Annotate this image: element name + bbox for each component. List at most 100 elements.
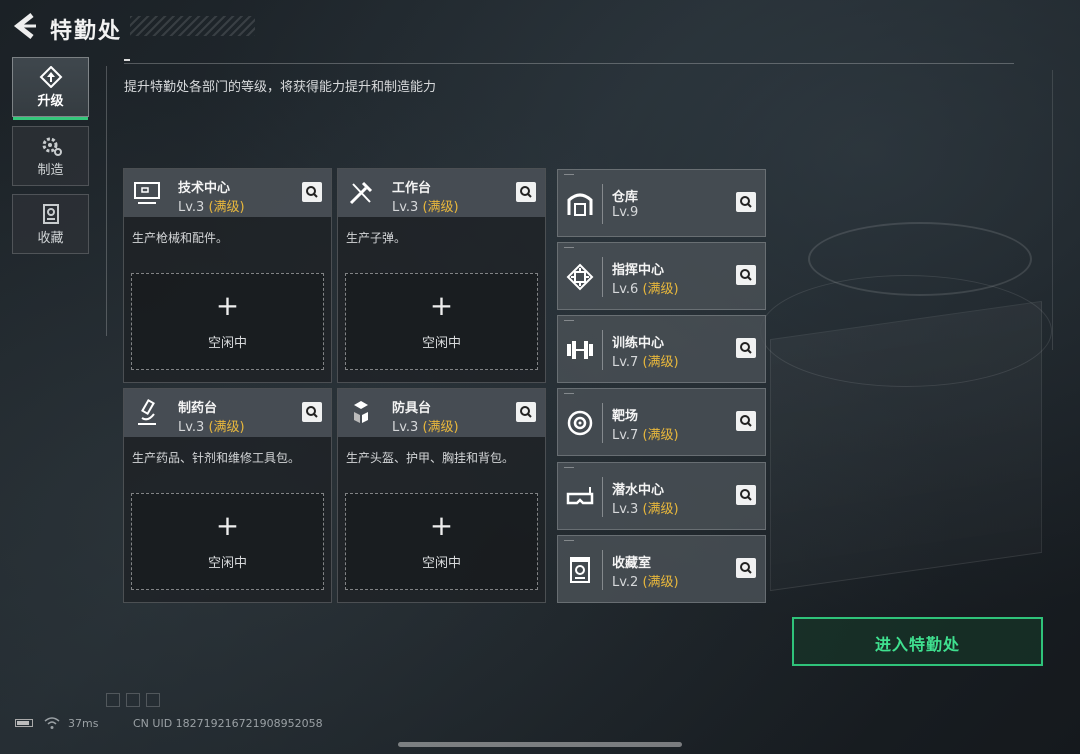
divider [602, 477, 603, 517]
nav-tab-label: 升级 [37, 94, 64, 109]
facility-card-tech-center[interactable]: 技术中心 Lv.3 (满级) 生产枪械和配件。 + 空闲中 [123, 168, 332, 383]
card-description: 生产头盔、护甲、胸挂和背包。 [346, 451, 515, 465]
card-header: 技术中心 Lv.3 (满级) [124, 169, 331, 217]
card-level: Lv.3 (满级) [178, 200, 245, 215]
warehouse-icon [567, 193, 593, 216]
divider-tick [124, 59, 130, 61]
corner-decoration [564, 174, 574, 175]
back-arrow-icon[interactable] [12, 12, 38, 40]
search-icon[interactable] [736, 338, 756, 358]
card-description: 生产枪械和配件。 [132, 231, 229, 245]
corner-decoration [564, 393, 574, 394]
facility-card-armor-bench[interactable]: 防具台 Lv.3 (满级) 生产头盔、护甲、胸挂和背包。 + 空闲中 [337, 388, 546, 603]
divider [106, 66, 107, 336]
page-subtitle: 提升特勤处各部门的等级，将获得能力提升和制造能力 [124, 80, 437, 95]
upgrade-icon [39, 66, 62, 88]
nav-tab-upgrade[interactable]: 升级 [12, 57, 89, 120]
production-slot[interactable]: + 空闲中 [131, 493, 324, 590]
dumbbell-icon [567, 341, 593, 359]
production-slot[interactable]: + 空闲中 [131, 273, 324, 370]
nav-tab-label: 制造 [37, 163, 64, 178]
collection-room-icon [570, 557, 590, 583]
plus-icon: + [429, 289, 454, 322]
page-title: 特勤处 [50, 19, 123, 44]
search-icon[interactable] [736, 411, 756, 431]
decorative-box [106, 693, 120, 707]
card-header: 工作台 Lv.3 (满级) [338, 169, 545, 217]
divider [602, 550, 603, 590]
search-icon[interactable] [516, 182, 536, 202]
corner-decoration [564, 320, 574, 321]
facility-row-diving-center[interactable]: 潜水中心 Lv.3 (满级) [557, 462, 766, 530]
title-decoration [130, 16, 255, 36]
home-indicator[interactable] [398, 742, 682, 747]
row-level: Lv.7 (满级) [612, 428, 679, 443]
nav-tab-label: 收藏 [37, 231, 64, 246]
card-description: 生产药品、针剂和维修工具包。 [132, 451, 301, 465]
facility-row-collection-room[interactable]: 收藏室 Lv.2 (满级) [557, 535, 766, 603]
slot-status: 空闲中 [207, 336, 247, 351]
row-title: 指挥中心 [612, 263, 665, 278]
corner-decoration [564, 467, 574, 468]
enter-button-label: 进入特勤处 [874, 635, 960, 654]
corner-decoration [564, 540, 574, 541]
divider [602, 184, 603, 224]
card-level: Lv.3 (满级) [178, 420, 245, 435]
wifi-icon [44, 717, 60, 729]
collection-icon [42, 204, 59, 224]
row-title: 训练中心 [612, 336, 665, 351]
slot-status: 空闲中 [207, 556, 247, 571]
card-header: 制药台 Lv.3 (满级) [124, 389, 331, 437]
production-slot[interactable]: + 空闲中 [345, 493, 538, 590]
background-building-illustration [770, 300, 1042, 592]
row-title: 潜水中心 [612, 483, 665, 498]
row-level: Lv.2 (满级) [612, 575, 679, 590]
divider [602, 330, 603, 370]
facility-row-warehouse[interactable]: 仓库 Lv.9 [557, 169, 766, 237]
slot-status: 空闲中 [421, 556, 461, 571]
row-title: 收藏室 [612, 556, 652, 571]
facility-card-pharmacy[interactable]: 制药台 Lv.3 (满级) 生产药品、针剂和维修工具包。 + 空闲中 [123, 388, 332, 603]
divider [602, 403, 603, 443]
row-level: Lv.9 [612, 205, 639, 220]
gear-icon [42, 137, 62, 156]
card-title: 防具台 [392, 401, 432, 416]
facility-card-workbench[interactable]: 工作台 Lv.3 (满级) 生产子弹。 + 空闲中 [337, 168, 546, 383]
facility-row-shooting-range[interactable]: 靶场 Lv.7 (满级) [557, 388, 766, 456]
card-description: 生产子弹。 [346, 231, 407, 245]
search-icon[interactable] [736, 265, 756, 285]
microscope-icon [138, 398, 156, 425]
battery-icon [15, 719, 33, 727]
diving-mask-icon [566, 487, 594, 505]
command-chip-icon [566, 263, 594, 291]
search-icon[interactable] [302, 182, 322, 202]
row-title: 仓库 [612, 190, 639, 205]
facility-row-training-center[interactable]: 训练中心 Lv.7 (满级) [557, 315, 766, 383]
tools-icon [349, 181, 373, 205]
facility-row-command-center[interactable]: 指挥中心 Lv.6 (满级) [557, 242, 766, 310]
search-icon[interactable] [736, 558, 756, 578]
target-icon [567, 410, 593, 436]
divider [602, 257, 603, 297]
ping-value: 37ms [68, 717, 99, 730]
search-icon[interactable] [736, 192, 756, 212]
card-title: 工作台 [392, 181, 432, 196]
production-slot[interactable]: + 空闲中 [345, 273, 538, 370]
plus-icon: + [215, 289, 240, 322]
plus-icon: + [429, 509, 454, 542]
armor-blocks-icon [354, 401, 368, 423]
plus-icon: + [215, 509, 240, 542]
row-level: Lv.6 (满级) [612, 282, 679, 297]
decorative-box [126, 693, 140, 707]
card-title: 技术中心 [178, 181, 231, 196]
search-icon[interactable] [516, 402, 536, 422]
search-icon[interactable] [736, 485, 756, 505]
row-level: Lv.3 (满级) [612, 502, 679, 517]
card-level: Lv.3 (满级) [392, 200, 459, 215]
card-title: 制药台 [178, 401, 218, 416]
user-uid: CN UID 18271921672190895205​8 [133, 717, 323, 730]
search-icon[interactable] [302, 402, 322, 422]
enter-special-ops-button[interactable]: 进入特勤处 [792, 617, 1043, 666]
nav-tab-collection[interactable]: 收藏 [12, 194, 89, 254]
nav-tab-craft[interactable]: 制造 [12, 126, 89, 186]
